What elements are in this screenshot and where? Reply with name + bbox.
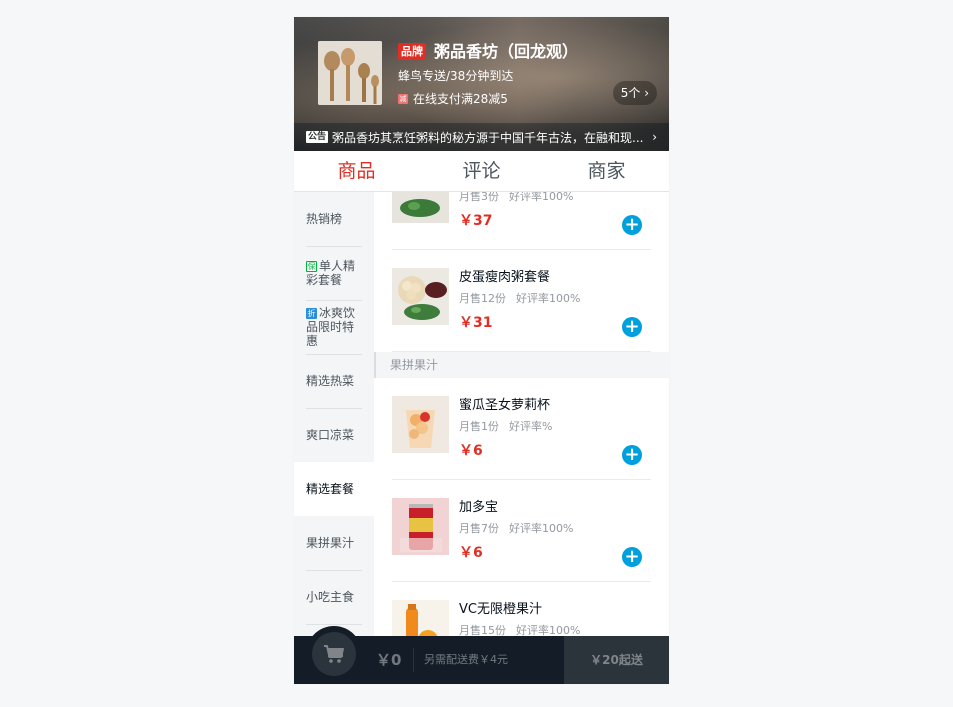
food-price: ￥6 — [459, 545, 483, 561]
menu-item-hot-dishes[interactable]: 精选热菜 — [294, 354, 374, 409]
promo-text: 在线支付满28减5 — [413, 92, 508, 106]
shopcart-bar: ￥0 另需配送费￥4元 ￥20起送 — [294, 626, 669, 684]
food-image — [392, 268, 449, 325]
notice-bar[interactable]: 公告 粥品香坊其烹饪粥料的秘方源于中国千年古法，在融和现... › — [294, 123, 669, 151]
food-image — [392, 396, 449, 453]
food-item: 月售3份 好评率100% ￥37 + — [392, 192, 651, 250]
menu-item-fruit-juice[interactable]: 果拼果汁 — [294, 516, 374, 571]
cart-total: ￥0 — [376, 648, 415, 672]
tab-seller[interactable]: 商家 — [544, 151, 669, 191]
notice-text: 粥品香坊其烹饪粥料的秘方源于中国千年古法，在融和现... — [332, 130, 644, 145]
shop-logo — [318, 41, 382, 105]
tab-bar: 商品 评论 商家 — [294, 151, 669, 192]
brand-badge: 品牌 — [398, 43, 426, 60]
menu-item-label: 果拼果汁 — [306, 535, 355, 550]
food-sales: 月售7份 好评率100% — [459, 522, 574, 535]
cart-button[interactable] — [306, 626, 362, 682]
add-to-cart-button[interactable]: + — [622, 445, 642, 465]
menu-item-label: 精选套餐 — [306, 482, 355, 496]
food-name: 皮蛋瘦肉粥套餐 — [459, 270, 551, 285]
food-price: ￥37 — [459, 213, 493, 229]
menu-item-label: 热销榜 — [306, 211, 343, 226]
food-image — [392, 600, 449, 636]
food-name: 蜜瓜圣女萝莉杯 — [459, 398, 551, 413]
promo-count-button[interactable]: 5个 › — [612, 81, 657, 105]
notice-tag: 公告 — [306, 131, 329, 143]
add-to-cart-button[interactable]: + — [622, 317, 642, 337]
discount-icon: 减 — [398, 94, 408, 104]
cart-logo — [312, 632, 356, 676]
food-sales: 月售3份 好评率100% — [459, 192, 574, 203]
tab-goods[interactable]: 商品 — [294, 151, 419, 191]
chevron-right-icon: › — [652, 130, 657, 144]
delivery-info: 蜂鸟专送/38分钟到达 — [398, 69, 514, 83]
add-to-cart-button[interactable]: + — [622, 547, 642, 567]
menu-item-hot[interactable]: 热销榜 — [294, 192, 374, 247]
food-item: 皮蛋瘦肉粥套餐 月售12份 好评率100% ￥31 + — [392, 250, 651, 352]
food-item: 蜜瓜圣女萝莉杯 月售1份 好评率% ￥6 + — [392, 378, 651, 480]
food-price: ￥31 — [459, 315, 493, 331]
food-price: ￥6 — [459, 443, 483, 459]
add-to-cart-button[interactable]: + — [622, 215, 642, 235]
food-item: 加多宝 月售7份 好评率100% ￥6 + — [392, 480, 651, 582]
menu-item-label: 保单人精彩套餐 — [306, 258, 356, 287]
menu-item-label: 小吃主食 — [306, 589, 355, 604]
category-header: 果拼果汁 — [374, 352, 669, 378]
discount-icon: 折 — [306, 307, 317, 319]
food-image — [392, 192, 449, 223]
menu-item-label: 折冰爽饮品限时特惠 — [306, 305, 356, 348]
menu-item-cold-dishes[interactable]: 爽口凉菜 — [294, 408, 374, 463]
food-sales: 月售12份 好评率100% — [459, 292, 581, 305]
food-sales: 月售15份 好评率100% — [459, 624, 581, 636]
food-name: VC无限橙果汁 — [459, 602, 542, 617]
delivery-fee: 另需配送费￥4元 — [424, 653, 508, 666]
checkout-button[interactable]: ￥20起送 — [564, 636, 669, 684]
menu-item-label: 爽口凉菜 — [306, 427, 355, 442]
menu-item-selected-sets[interactable]: 精选套餐 — [294, 462, 374, 516]
food-image — [392, 498, 449, 555]
food-list: 月售3份好评率100% ￥37 + 皮蛋瘦肉粥套餐 月售12份好评率100% — [374, 192, 669, 636]
seller-header: 品牌 粥品香坊（回龙观） 蜂鸟专送/38分钟到达 减 在线支付满28减5 5个 … — [294, 17, 669, 151]
guarantee-icon: 保 — [306, 260, 317, 272]
menu-item-drinks-sale[interactable]: 折冰爽饮品限时特惠 — [294, 300, 374, 355]
food-item: VC无限橙果汁 月售15份 好评率100% — [392, 582, 651, 636]
promo-line: 减 在线支付满28减5 — [398, 91, 508, 107]
menu-item-single-set[interactable]: 保单人精彩套餐 — [294, 246, 374, 301]
app-frame: 品牌 粥品香坊（回龙观） 蜂鸟专送/38分钟到达 减 在线支付满28减5 5个 … — [294, 17, 669, 684]
menu-item-snacks[interactable]: 小吃主食 — [294, 570, 374, 625]
cart-icon — [324, 645, 344, 663]
shop-name: 粥品香坊（回龙观） — [434, 42, 579, 61]
tab-ratings[interactable]: 评论 — [419, 151, 544, 191]
food-sales: 月售1份 好评率% — [459, 420, 553, 433]
category-menu: 热销榜 保单人精彩套餐 折冰爽饮品限时特惠 精选热菜 爽口凉菜 精选套餐 果拼果… — [294, 192, 374, 636]
food-name: 加多宝 — [459, 500, 499, 515]
menu-item-label: 精选热菜 — [306, 373, 355, 388]
